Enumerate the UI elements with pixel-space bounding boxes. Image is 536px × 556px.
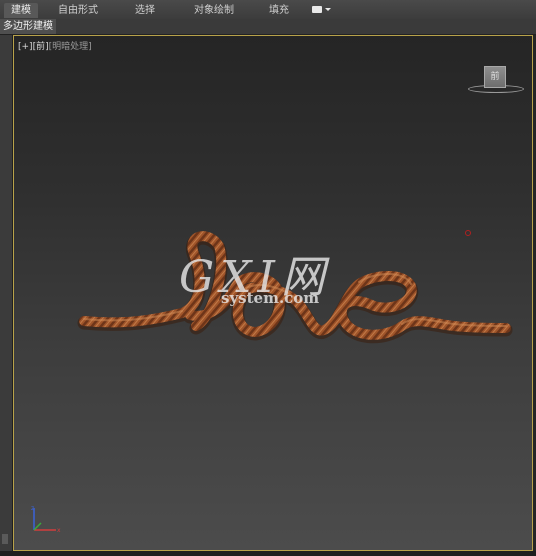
svg-text:x: x	[57, 527, 61, 534]
ribbon-tab-bar: 建模 自由形式 选择 对象绘制 填充	[0, 0, 536, 20]
toggle-dropdown-icon[interactable]	[312, 6, 331, 14]
ribbon-panel-bar: 多边形建模	[0, 19, 536, 35]
tab-populate[interactable]: 填充	[262, 3, 296, 18]
tab-modeling[interactable]: 建模	[4, 3, 38, 18]
watermark-subtitle: system.com	[221, 289, 320, 307]
side-strip-handle[interactable]	[2, 534, 8, 544]
status-bar-edge	[0, 551, 536, 556]
panel-label-polygon-modeling[interactable]: 多边形建模	[0, 19, 56, 34]
front-viewport[interactable]: [+][前][明暗处理] 前 GXI网 system.com z x	[13, 35, 533, 551]
xyz-axis-icon: z x	[31, 505, 61, 534]
svg-text:z: z	[31, 505, 34, 512]
tab-selection[interactable]: 选择	[128, 3, 162, 18]
left-side-strip	[0, 35, 13, 556]
toggle-icon	[312, 6, 322, 13]
tab-object-paint[interactable]: 对象绘制	[188, 3, 240, 18]
chevron-down-icon	[325, 8, 331, 11]
tab-freeform[interactable]: 自由形式	[52, 3, 104, 18]
